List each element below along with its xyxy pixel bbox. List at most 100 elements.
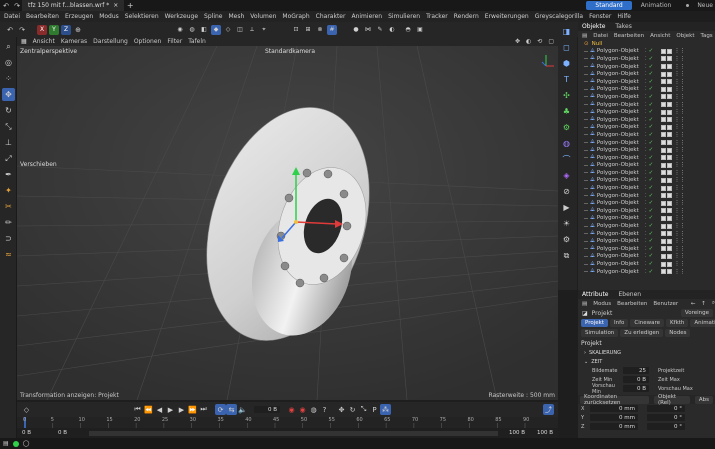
material-tag-icon[interactable] (661, 140, 667, 146)
menu-mograph[interactable]: MoGraph (282, 13, 309, 20)
magnet-icon[interactable]: ⊃ (2, 232, 15, 245)
coords-reset-button[interactable]: Koordinaten zurücksetzen (580, 394, 649, 406)
visibility-icon[interactable]: ⁚ (645, 185, 647, 191)
search-icon[interactable]: ⌕ (2, 40, 15, 53)
text-icon[interactable]: T (560, 73, 573, 86)
material-tag-icon[interactable] (661, 185, 667, 191)
position-field[interactable]: 0 mm (590, 414, 638, 421)
object-row[interactable]: ⟁ Polygon-Objekt ⁚ ✓ ⋮⋮ (578, 131, 715, 139)
enable-check-icon[interactable]: ✓ (649, 231, 654, 237)
material-tag-icon[interactable] (661, 215, 667, 221)
knife-icon[interactable]: ✂ (2, 200, 15, 213)
subtab-simulation[interactable]: Simulation (581, 329, 619, 337)
timeline-graph-icon[interactable]: ⤴ (543, 404, 554, 415)
field-icon[interactable]: ◍ (560, 137, 573, 150)
enable-snap-icon[interactable]: ⊡ (291, 25, 301, 35)
scale-tool-icon[interactable]: ⤡ (2, 120, 15, 133)
paint-icon[interactable]: ◐ (387, 25, 397, 35)
sound-icon[interactable]: 🔈 (237, 404, 248, 415)
visibility-icon[interactable]: ⁚ (645, 56, 647, 62)
object-row[interactable]: ⟁ Polygon-Objekt ⁚ ✓ ⋮⋮ (578, 48, 715, 56)
brush-icon[interactable]: ✏ (2, 216, 15, 229)
object-row[interactable]: ⟁ Polygon-Objekt ⁚ ✓ ⋮⋮ (578, 86, 715, 94)
volume-icon[interactable]: ◈ (560, 169, 573, 182)
menu-volumen[interactable]: Volumen (250, 13, 276, 20)
menu-animieren[interactable]: Animieren (351, 13, 382, 20)
material-tag-icon[interactable] (667, 215, 673, 221)
visibility-icon[interactable]: ⁚ (645, 48, 647, 54)
sculpt-icon[interactable]: ✦ (2, 184, 15, 197)
subtab-animation[interactable]: Animation (690, 319, 715, 327)
enable-check-icon[interactable]: ✓ (649, 208, 654, 214)
axis-mode-icon[interactable]: ⟂ (247, 25, 257, 35)
obj-menu-datei[interactable]: Datei (593, 33, 608, 39)
tab-attribute[interactable]: Attribute (582, 291, 609, 298)
menu-bearbeiten[interactable]: Bearbeiten (26, 13, 59, 20)
goto-end-icon[interactable]: ⏭ (198, 404, 209, 415)
material-tag-icon[interactable] (667, 124, 673, 130)
object-row[interactable]: ⟁ Polygon-Objekt ⁚ ✓ ⋮⋮ (578, 184, 715, 192)
paint-brush-icon[interactable]: ≈ (2, 248, 15, 261)
close-icon[interactable]: × (113, 2, 118, 9)
plane-icon[interactable]: ◻ (560, 41, 573, 54)
record-icon[interactable]: ◉ (286, 404, 297, 415)
viewport-rotate-icon[interactable]: ⟲ (537, 38, 542, 45)
material-tag-icon[interactable] (667, 200, 673, 206)
phong-tag-icon[interactable]: ⋮⋮ (674, 208, 685, 214)
phong-tag-icon[interactable]: ⋮⋮ (674, 79, 685, 85)
presets-button[interactable]: Voreinge (680, 309, 713, 317)
uv-mode-icon[interactable]: ◫ (235, 25, 245, 35)
material-tag-icon[interactable] (667, 185, 673, 191)
transform-tool-icon[interactable]: ⤢ (2, 152, 15, 165)
selection-tool-icon[interactable]: ⁘ (2, 72, 15, 85)
key-position-icon[interactable]: ✥ (336, 404, 347, 415)
material-tag-icon[interactable] (667, 208, 673, 214)
object-row[interactable]: ⟁ Polygon-Objekt ⁚ ✓ ⋮⋮ (578, 253, 715, 261)
live-selection-icon[interactable]: ◎ (2, 56, 15, 69)
enable-check-icon[interactable]: ✓ (649, 215, 654, 221)
subtab-projekt[interactable]: Projekt (581, 319, 608, 327)
material-tag-icon[interactable] (667, 147, 673, 153)
menu-rendern[interactable]: Rendern (454, 13, 479, 20)
visibility-icon[interactable]: ⁚ (645, 71, 647, 77)
phong-tag-icon[interactable]: ⋮⋮ (674, 71, 685, 77)
material-tag-icon[interactable] (661, 238, 667, 244)
phong-tag-icon[interactable]: ⋮⋮ (674, 132, 685, 138)
viewport-move-icon[interactable]: ✥ (515, 38, 520, 45)
array-icon[interactable]: ♣ (560, 105, 573, 118)
menu-datei[interactable]: Datei (4, 13, 20, 20)
sketch-icon[interactable]: ✎ (375, 25, 385, 35)
phong-tag-icon[interactable]: ⋮⋮ (674, 48, 685, 54)
visibility-icon[interactable]: ⁚ (645, 253, 647, 259)
enable-check-icon[interactable]: ✓ (649, 147, 654, 153)
material-tag-icon[interactable] (667, 223, 673, 229)
material-tag-icon[interactable] (667, 109, 673, 115)
enable-check-icon[interactable]: ✓ (649, 238, 654, 244)
key-param-icon[interactable]: P (369, 404, 380, 415)
back-arrow-icon[interactable]: ← (691, 301, 696, 307)
tag-icon[interactable]: ⧉ (560, 249, 573, 262)
visibility-icon[interactable]: ⁚ (645, 177, 647, 183)
loop-icon[interactable]: ⟳ (215, 404, 226, 415)
scene-icon[interactable]: ⊘ (560, 185, 573, 198)
next-frame-icon[interactable]: ▶ (176, 404, 187, 415)
menu-erzeugen[interactable]: Erzeugen (65, 13, 93, 20)
phong-tag-icon[interactable]: ⋮⋮ (674, 238, 685, 244)
material-tag-icon[interactable] (667, 170, 673, 176)
material-tag-icon[interactable] (661, 269, 667, 275)
keyframe-icon[interactable]: ◇ (21, 404, 32, 415)
material-tag-icon[interactable] (667, 86, 673, 92)
subtab-nodes[interactable]: Nodes (665, 329, 691, 337)
enable-check-icon[interactable]: ✓ (649, 269, 654, 275)
enable-check-icon[interactable]: ✓ (649, 109, 654, 115)
camera-icon[interactable]: ▶ (560, 201, 573, 214)
material-tag-icon[interactable] (667, 177, 673, 183)
enable-check-icon[interactable]: ✓ (649, 56, 654, 62)
viewport-maximize-icon[interactable]: ▢ (548, 38, 554, 45)
preview-end-field[interactable]: 100 B (502, 429, 528, 437)
rotation-field[interactable]: 0 ° (647, 423, 685, 430)
visibility-icon[interactable]: ⁚ (645, 215, 647, 221)
prev-frame-icon[interactable]: ◀ (154, 404, 165, 415)
obj-menu-tags[interactable]: Tags (701, 33, 713, 39)
3d-viewport[interactable]: Zentralperspektive Standardkamera Versch… (17, 46, 558, 400)
